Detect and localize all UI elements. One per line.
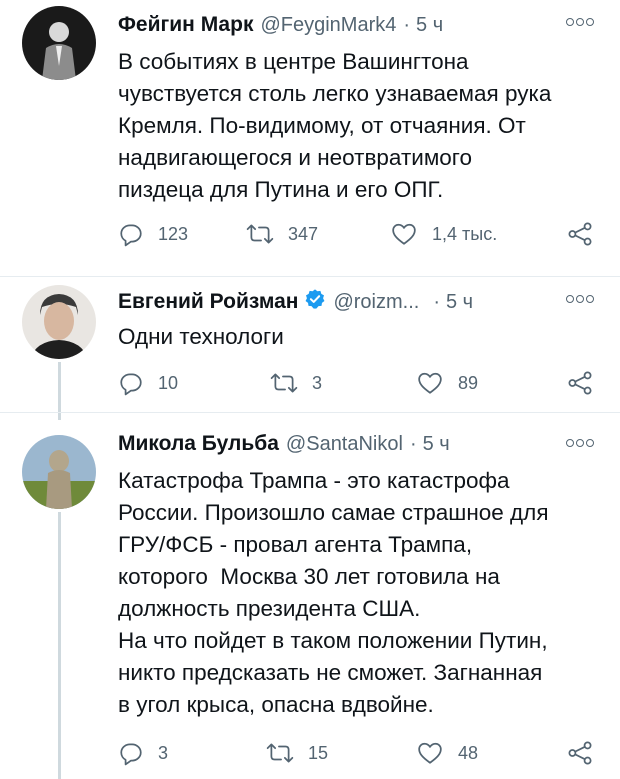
- tweet-header: Фейгин Марк @FeyginMark4 · 5 ч: [118, 12, 443, 38]
- retweet-icon: [246, 224, 274, 244]
- like-button[interactable]: 48: [416, 737, 478, 769]
- tweet-text: Одни технологи: [118, 324, 284, 349]
- tweet-2[interactable]: Евгений Ройзман @roizm... · 5 ч Одни тех…: [0, 277, 620, 412]
- like-count: 1,4 тыс.: [432, 223, 498, 244]
- separator-dot: ·: [403, 13, 411, 36]
- avatar[interactable]: [22, 285, 96, 359]
- separator-dot: ·: [433, 290, 440, 313]
- retweet-count: 3: [312, 372, 323, 393]
- tweet-text: Катастрофа Трампа - это катастрофа Росси…: [118, 468, 549, 717]
- tweet-text: В событиях в центре Вашингтона чувствует…: [118, 49, 552, 202]
- reply-icon: [120, 224, 142, 247]
- timestamp[interactable]: 5 ч: [416, 14, 443, 37]
- tweet-actions: 3 15 48: [118, 737, 608, 769]
- display-name[interactable]: Евгений Ройзман: [118, 290, 298, 314]
- like-icon: [418, 742, 442, 764]
- like-icon: [392, 223, 416, 245]
- avatar[interactable]: [22, 435, 96, 509]
- reply-button[interactable]: 123: [118, 218, 188, 250]
- tweet-3[interactable]: Микола Бульба @SantaNikol · 5 ч Катастро…: [0, 413, 620, 779]
- more-icon[interactable]: [566, 439, 594, 447]
- display-name[interactable]: Микола Бульба: [118, 432, 279, 456]
- user-handle[interactable]: @FeyginMark4: [260, 14, 396, 37]
- like-icon: [418, 372, 442, 394]
- verified-badge-icon: [304, 288, 326, 316]
- retweet-count: 347: [288, 223, 319, 244]
- timestamp[interactable]: 5 ч: [423, 433, 450, 456]
- user-handle[interactable]: @roizm...: [333, 291, 419, 314]
- like-button[interactable]: 1,4 тыс.: [390, 218, 497, 250]
- reply-icon: [120, 373, 142, 396]
- reply-count: 123: [158, 223, 189, 244]
- tweet-header: Евгений Ройзман @roizm... · 5 ч: [118, 289, 473, 315]
- tweet-1[interactable]: Фейгин Марк @FeyginMark4 · 5 ч В события…: [0, 0, 620, 276]
- timestamp[interactable]: 5 ч: [446, 291, 473, 314]
- share-icon: [568, 741, 592, 765]
- reply-button[interactable]: 10: [118, 367, 178, 399]
- tweet-actions: 10 3 89: [118, 367, 608, 399]
- retweet-count: 15: [308, 742, 329, 763]
- retweet-icon: [270, 373, 298, 393]
- share-icon: [568, 222, 592, 246]
- more-icon[interactable]: [566, 295, 594, 303]
- retweet-icon: [266, 743, 294, 763]
- retweet-button[interactable]: 15: [266, 737, 328, 769]
- like-button[interactable]: 89: [416, 367, 478, 399]
- reply-count: 10: [158, 372, 179, 393]
- tweet-header: Микола Бульба @SantaNikol · 5 ч: [118, 431, 450, 457]
- user-handle[interactable]: @SantaNikol: [286, 433, 403, 456]
- share-icon: [568, 371, 592, 395]
- share-button[interactable]: [566, 367, 594, 399]
- reply-button[interactable]: 3: [118, 737, 168, 769]
- like-count: 89: [458, 372, 479, 393]
- share-button[interactable]: [566, 218, 594, 250]
- reply-count: 3: [158, 742, 169, 763]
- tweet-actions: 123 347 1,4 тыс.: [118, 218, 608, 250]
- avatar[interactable]: [22, 6, 96, 80]
- separator-dot: ·: [409, 432, 417, 455]
- retweet-button[interactable]: 347: [246, 218, 318, 250]
- retweet-button[interactable]: 3: [270, 367, 322, 399]
- share-button[interactable]: [566, 737, 594, 769]
- reply-icon: [120, 743, 142, 766]
- like-count: 48: [458, 742, 479, 763]
- display-name[interactable]: Фейгин Марк: [118, 13, 253, 37]
- more-icon[interactable]: [566, 18, 594, 26]
